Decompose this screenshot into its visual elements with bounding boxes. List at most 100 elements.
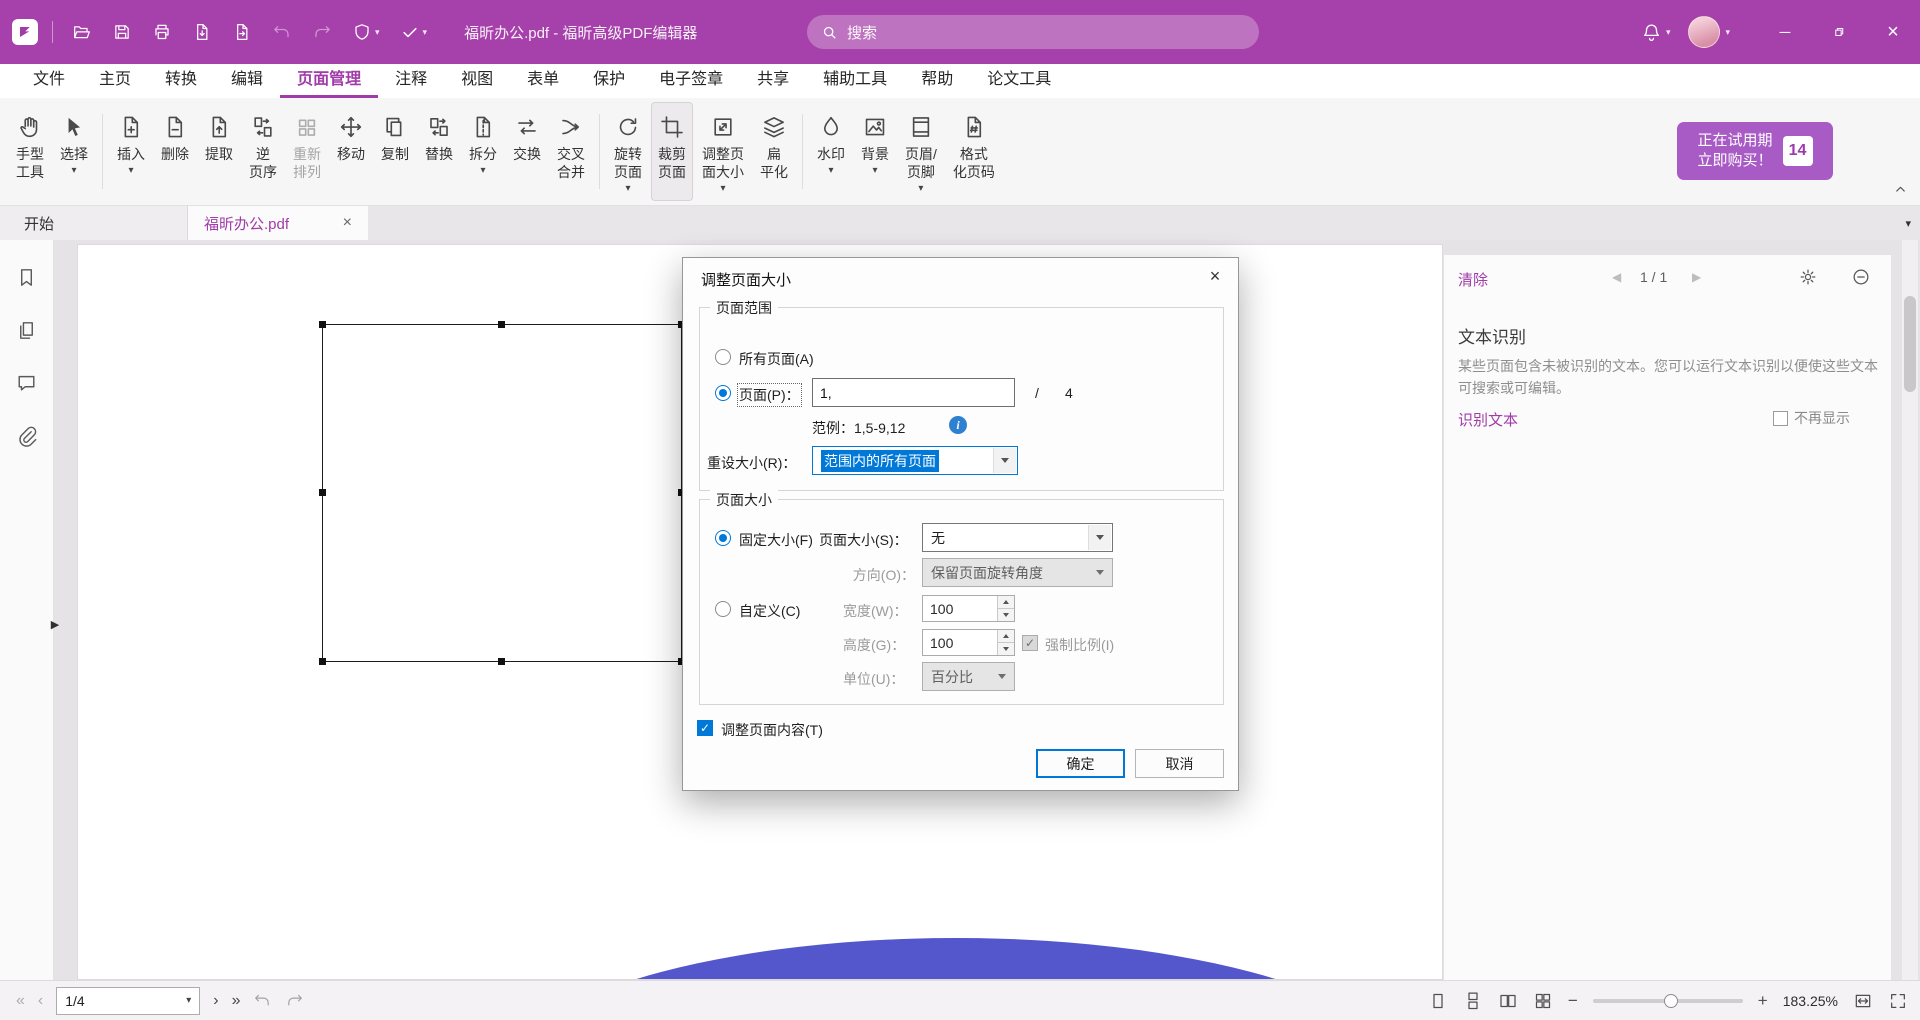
sidebar-comments-button[interactable] <box>15 372 38 395</box>
tool-hand-tool[interactable]: 手型工具 <box>9 102 51 201</box>
fit-page-button[interactable] <box>1888 991 1908 1011</box>
dont-show-checkbox[interactable] <box>1773 411 1788 426</box>
menu-tab-view[interactable]: 视图 <box>444 64 510 98</box>
collapse-ribbon-button[interactable] <box>1893 182 1908 197</box>
stepper-up-icon[interactable] <box>998 596 1014 609</box>
export-button[interactable] <box>185 16 219 48</box>
pages-radio[interactable] <box>715 385 731 401</box>
vertical-scrollbar[interactable] <box>1902 240 1918 980</box>
tool-insert[interactable]: 插入▾ <box>110 102 152 201</box>
pages-range-input[interactable]: 1, <box>812 378 1015 407</box>
protect-button[interactable]: ▾ <box>345 16 387 48</box>
zoom-out-button[interactable]: − <box>1568 991 1578 1011</box>
dont-show-again[interactable]: 不再显示 <box>1773 408 1850 428</box>
stepper-down-icon[interactable] <box>998 609 1014 621</box>
tool-watermark[interactable]: 水印▾ <box>810 102 852 201</box>
pages-label[interactable]: 页面(P)： <box>739 385 800 405</box>
cancel-button[interactable]: 取消 <box>1135 749 1224 778</box>
expand-panel-handle[interactable]: ▶ <box>47 602 63 646</box>
info-icon[interactable]: i <box>949 416 967 434</box>
stepper-buttons[interactable] <box>997 596 1014 621</box>
tool-flatten[interactable]: 扁平化 <box>753 102 795 201</box>
sidebar-page-thumbnails-button[interactable] <box>15 319 38 342</box>
fixed-size-label[interactable]: 固定大小(F) <box>739 530 813 550</box>
zoom-slider-thumb[interactable] <box>1664 994 1678 1008</box>
menu-tab-file[interactable]: 文件 <box>16 64 82 98</box>
account-menu[interactable]: ▾ <box>1688 16 1730 48</box>
adjust-content-label[interactable]: 调整页面内容(T) <box>721 720 823 740</box>
single-page-view-button[interactable] <box>1428 991 1448 1011</box>
restore-button[interactable] <box>1812 0 1866 64</box>
crop-handle[interactable] <box>498 321 505 328</box>
stepper-up-icon[interactable] <box>998 630 1014 643</box>
custom-size-radio[interactable] <box>715 601 731 617</box>
continuous-view-button[interactable] <box>1463 991 1483 1011</box>
resize-scope-select[interactable]: 范围内的所有页面 <box>812 446 1018 475</box>
all-pages-radio[interactable] <box>715 349 731 365</box>
last-page-button[interactable]: » <box>232 992 241 1010</box>
tool-background[interactable]: 背景▾ <box>854 102 896 201</box>
share-doc-button[interactable] <box>225 16 259 48</box>
next-page-button[interactable]: › <box>213 992 218 1010</box>
crop-handle[interactable] <box>319 658 326 665</box>
crop-handle[interactable] <box>498 658 505 665</box>
sidebar-bookmarks-button[interactable] <box>15 266 38 289</box>
crop-handle[interactable] <box>319 321 326 328</box>
tool-select[interactable]: 选择▾ <box>53 102 95 201</box>
collapse-panel-button[interactable] <box>1851 267 1871 287</box>
tab-list-dropdown[interactable]: ▾ <box>1905 217 1911 230</box>
finish-button[interactable]: ▾ <box>393 16 435 48</box>
save-button[interactable] <box>105 16 139 48</box>
recognize-text-link[interactable]: 识别文本 <box>1458 409 1518 430</box>
pager-next-icon[interactable]: ▶ <box>1692 270 1701 284</box>
menu-tab-help[interactable]: 帮助 <box>904 64 970 98</box>
menu-tab-convert[interactable]: 转换 <box>148 64 214 98</box>
previous-view-button[interactable] <box>253 991 272 1010</box>
pager-prev-icon[interactable]: ◀ <box>1612 270 1621 284</box>
scrollbar-thumb[interactable] <box>1904 296 1916 392</box>
crop-region[interactable] <box>322 324 682 662</box>
tool-format-page-number[interactable]: 格式化页码 <box>946 102 1002 201</box>
zoom-in-button[interactable]: + <box>1758 991 1768 1011</box>
width-stepper[interactable]: 100 <box>922 595 1015 622</box>
tool-crop-pages[interactable]: 裁剪页面 <box>651 102 693 201</box>
tool-delete[interactable]: 删除 <box>154 102 196 201</box>
tool-copy[interactable]: 复制 <box>374 102 416 201</box>
tool-header-footer[interactable]: 页眉/页脚▾ <box>898 102 944 201</box>
menu-tab-esign[interactable]: 电子签章 <box>642 64 740 98</box>
first-page-button[interactable]: « <box>16 992 25 1010</box>
tool-rotate-pages[interactable]: 旋转页面▾ <box>607 102 649 201</box>
search-input[interactable]: 搜索 <box>807 15 1259 49</box>
height-stepper[interactable]: 100 <box>922 629 1015 656</box>
clear-button[interactable]: 清除 <box>1458 269 1488 290</box>
menu-tab-protect[interactable]: 保护 <box>576 64 642 98</box>
menu-tab-paper-tools[interactable]: 论文工具 <box>970 64 1068 98</box>
menu-tab-form[interactable]: 表单 <box>510 64 576 98</box>
page-number-input[interactable]: 1/4 ▾ <box>56 987 200 1015</box>
tool-swap[interactable]: 交换 <box>506 102 548 201</box>
adjust-content-checkbox[interactable] <box>697 720 713 736</box>
facing-view-button[interactable] <box>1498 991 1518 1011</box>
close-button[interactable]: × <box>1866 0 1920 64</box>
page-size-select[interactable]: 无 <box>922 523 1113 552</box>
tool-move[interactable]: 移动 <box>330 102 372 201</box>
tool-replace[interactable]: 替换 <box>418 102 460 201</box>
tool-reverse-order[interactable]: 逆页序 <box>242 102 284 201</box>
doc-tab-document[interactable]: 福昕办公.pdf× <box>188 206 368 240</box>
zoom-level[interactable]: 183.25% <box>1783 993 1838 1009</box>
open-button[interactable] <box>65 16 99 48</box>
app-logo[interactable] <box>12 19 38 45</box>
fixed-size-radio[interactable] <box>715 530 731 546</box>
menu-tab-home[interactable]: 主页 <box>82 64 148 98</box>
minimize-button[interactable]: ─ <box>1758 0 1812 64</box>
print-button[interactable] <box>145 16 179 48</box>
menu-tab-accessibility[interactable]: 辅助工具 <box>806 64 904 98</box>
notifications-button[interactable]: ▾ <box>1641 22 1671 43</box>
menu-tab-share[interactable]: 共享 <box>740 64 806 98</box>
close-tab-icon[interactable]: × <box>343 215 352 231</box>
doc-tab-start[interactable]: 开始 <box>0 206 188 240</box>
all-pages-label[interactable]: 所有页面(A) <box>739 349 814 369</box>
crop-handle[interactable] <box>319 489 326 496</box>
tool-extract[interactable]: 提取 <box>198 102 240 201</box>
quad-view-button[interactable] <box>1533 991 1553 1011</box>
